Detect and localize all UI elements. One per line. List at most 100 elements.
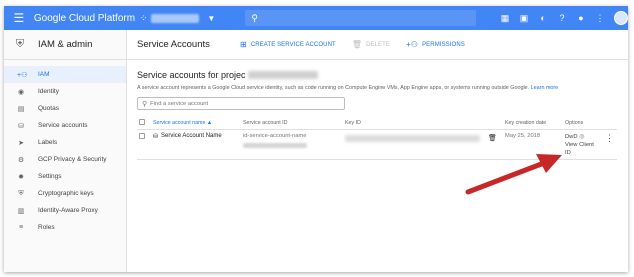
row-id-cell: id-service-account-name	[241, 129, 343, 160]
row-menu-cell: ⋮	[603, 129, 617, 160]
id-label: ID	[565, 149, 571, 156]
column-header-name[interactable]: Service account name ▲	[151, 117, 241, 130]
action-bar: Service Accounts ⊞ CREATE SERVICE ACCOUN…	[127, 30, 628, 60]
sidebar-list: +⚇ IAM ◉ Identity ▤ Quotas ⛁ Service acc…	[4, 60, 126, 236]
create-label: CREATE SERVICE ACCOUNT	[250, 41, 336, 48]
help-icon: ◎	[579, 133, 585, 140]
permissions-button[interactable]: +⚇ PERMISSIONS	[406, 40, 465, 49]
column-header-id: Service account ID	[241, 117, 343, 130]
column-header-key-id: Key ID	[343, 117, 503, 130]
select-all-checkbox[interactable]	[139, 118, 145, 125]
sidebar-item-quotas[interactable]: ▤ Quotas	[4, 100, 126, 117]
gear-icon: ✹	[18, 173, 24, 181]
add-box-icon: ⊞	[240, 40, 247, 49]
roles-icon: ≡	[18, 224, 24, 231]
section-description: A service account represents a Google Cl…	[137, 85, 618, 91]
service-account-icon: ⛁	[153, 133, 159, 140]
avatar[interactable]	[614, 11, 628, 25]
shield-icon: ⛨	[18, 189, 24, 197]
row-options-cell: DwD ◎ View Client ID	[563, 129, 603, 160]
main-panel: Service Accounts ⊞ CREATE SERVICE ACCOUN…	[127, 30, 628, 272]
sidebar-item-label: IAM	[38, 71, 50, 78]
sidebar-item-iap[interactable]: ▥ Identity-Aware Proxy	[4, 202, 126, 219]
search-input[interactable]: ⚲	[245, 10, 476, 26]
service-account-name[interactable]: Service Account Name	[161, 133, 222, 139]
sidebar-item-settings[interactable]: ✹ Settings	[4, 168, 126, 185]
shield-icon: ⛨	[15, 38, 25, 50]
heading-text: Service accounts for projec	[137, 70, 246, 80]
delete-label: DELETE	[366, 41, 391, 48]
column-header-name-label: Service account name	[153, 119, 206, 126]
create-service-account-button[interactable]: ⊞ CREATE SERVICE ACCOUNT	[240, 40, 336, 49]
sidebar-item-label: Cryptographic keys	[38, 190, 94, 197]
gift-icon[interactable]: ▦	[496, 9, 514, 27]
sidebar-item-service-accounts[interactable]: ⛁ Service accounts	[4, 117, 126, 134]
sidebar-item-label: Identity	[38, 88, 59, 95]
sidebar-item-crypto-keys[interactable]: ⛨ Cryptographic keys	[4, 185, 126, 202]
more-vert-icon[interactable]: ⋮	[605, 133, 614, 143]
trash-icon[interactable]: 🗑	[488, 134, 497, 142]
proxy-icon: ▥	[17, 207, 25, 215]
alert-icon[interactable]: ◐	[534, 9, 552, 27]
sidebar-item-identity[interactable]: ◉ Identity	[4, 83, 126, 100]
filter-placeholder: Find a service account	[150, 100, 209, 107]
sidebar-item-iam[interactable]: +⚇ IAM	[4, 66, 126, 83]
hamburger-icon[interactable]: ☰	[8, 6, 30, 30]
delete-button[interactable]: 🗑 DELETE	[352, 40, 390, 49]
bell-icon[interactable]: ●	[572, 9, 590, 27]
sort-arrow-icon: ▲	[206, 119, 213, 126]
settings-privacy-icon: ⚙	[17, 156, 25, 164]
view-client-id-link[interactable]: View Client ID	[565, 142, 594, 156]
sidebar-item-label: Labels	[38, 139, 58, 146]
row-select-cell	[137, 129, 151, 160]
person-add-icon: +⚇	[17, 71, 28, 79]
service-account-icon: ⛁	[18, 122, 24, 130]
sidebar-title: IAM & admin	[38, 39, 93, 50]
sidebar-item-privacy[interactable]: ⚙ GCP Privacy & Security	[4, 151, 126, 168]
column-header-options: Options	[563, 117, 603, 130]
row-name-cell: ⛁ Service Account Name	[151, 129, 241, 160]
more-vert-icon[interactable]: ⋮	[591, 9, 609, 27]
search-icon: ⚲	[251, 12, 258, 23]
table-row[interactable]: ⛁ Service Account Name id-service-accoun…	[137, 129, 617, 160]
sidebar: ⛨ IAM & admin +⚇ IAM ◉ Identity ▤ Quotas…	[4, 30, 127, 272]
sidebar-item-label: Service accounts	[38, 122, 88, 129]
sidebar-item-label: Quotas	[38, 105, 59, 112]
id-redacted	[243, 142, 307, 148]
chevron-down-icon: ▼	[207, 13, 216, 23]
project-name-redacted	[151, 13, 200, 23]
sidebar-item-label: Identity-Aware Proxy	[38, 207, 98, 214]
sidebar-item-label: Settings	[38, 173, 62, 180]
app-window: ☰ Google Cloud Platform ⁘ ▼ ⚲ ▦ ▣ ◐ ? ● …	[0, 0, 634, 277]
terminal-icon[interactable]: ▣	[515, 9, 533, 27]
project-selector[interactable]: ⁘ ▼	[140, 10, 229, 26]
key-id-redacted	[345, 134, 480, 142]
brand-title[interactable]: Google Cloud Platform	[34, 13, 135, 24]
section-heading: Service accounts for projec	[137, 70, 618, 80]
project-dots-icon: ⁘	[139, 12, 148, 23]
key-creation-date: May 25, 2018	[505, 132, 541, 139]
account-circle-icon: ◉	[17, 88, 25, 96]
top-icons: ▦ ▣ ◐ ? ● ⋮	[496, 9, 628, 27]
row-checkbox[interactable]	[139, 132, 145, 139]
column-header-created: Key creation date	[503, 117, 563, 130]
learn-more-link[interactable]: Learn more	[531, 85, 559, 91]
permissions-label: PERMISSIONS	[422, 41, 465, 48]
sidebar-item-labels[interactable]: ➤ Labels	[4, 134, 126, 151]
service-accounts-table: Service account name ▲ Service account I…	[137, 117, 617, 160]
search-icon: ⚲	[142, 100, 148, 108]
page-title: Service Accounts	[137, 39, 210, 50]
dwd-label: DwD	[565, 133, 578, 140]
row-key-id-cell: 🗑	[343, 129, 503, 160]
sidebar-item-label: GCP Privacy & Security	[38, 156, 107, 163]
row-created-cell: May 25, 2018	[503, 129, 563, 160]
help-icon[interactable]: ?	[553, 9, 571, 27]
filter-input[interactable]: ⚲ Find a service account	[137, 97, 345, 110]
sidebar-item-roles[interactable]: ≡ Roles	[4, 219, 126, 236]
column-header-menu	[603, 117, 617, 130]
service-account-id: id-service-account-name	[243, 132, 307, 139]
view-client-label: View Client	[565, 141, 594, 148]
table-header-row: Service account name ▲ Service account I…	[137, 117, 617, 130]
trash-icon: 🗑	[351, 40, 363, 49]
project-name-redacted	[247, 71, 318, 79]
